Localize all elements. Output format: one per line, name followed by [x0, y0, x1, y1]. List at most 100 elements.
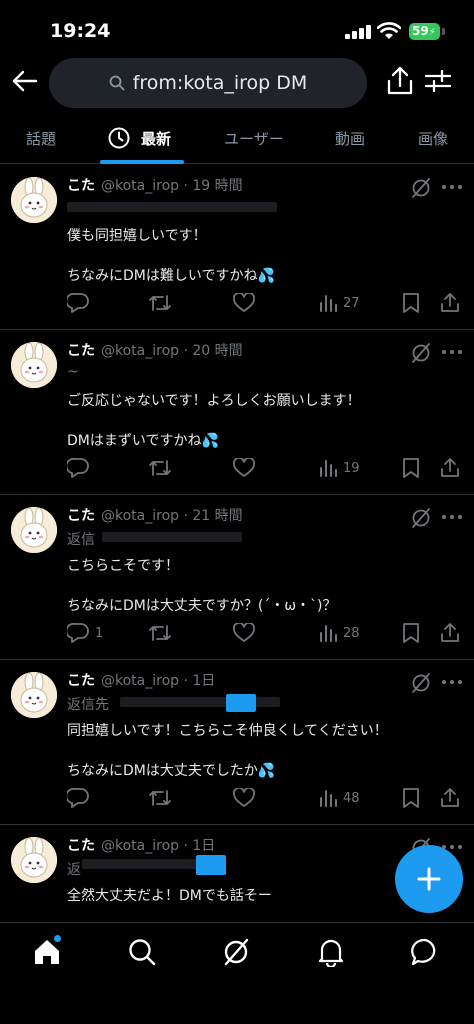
avatar-illustration — [11, 672, 57, 718]
search-input[interactable]: from:kota_irop DM — [49, 58, 367, 108]
search-icon — [129, 939, 156, 966]
tab-images[interactable]: 画像 — [418, 114, 448, 162]
tweet[interactable]: こた @kota_irop · 20 時間 ~ ご反応じゃないです！よろしくお願いしま… — [0, 330, 474, 495]
tweet-actions: 19 — [0, 456, 474, 482]
signal-icon — [345, 25, 371, 39]
bookmark-button[interactable] — [402, 786, 420, 810]
compose-button[interactable] — [395, 845, 463, 913]
views-button[interactable]: 48 — [319, 786, 360, 810]
views-button[interactable]: 27 — [319, 291, 360, 315]
filter-button[interactable] — [424, 68, 454, 98]
reply-icon — [67, 623, 89, 643]
views-button[interactable]: 28 — [319, 621, 360, 645]
more-options-button[interactable] — [442, 185, 462, 191]
author-name[interactable]: こた — [67, 838, 95, 854]
share-button[interactable] — [440, 456, 460, 480]
view-count: 28 — [343, 625, 360, 641]
like-button[interactable] — [233, 456, 255, 480]
grok-icon — [412, 178, 430, 198]
nav-messages[interactable] — [410, 937, 442, 969]
redacted-block — [82, 859, 202, 869]
tweet-header: こた @kota_irop · 19 時間 — [67, 175, 243, 195]
redacted-block — [196, 855, 226, 875]
nav-search[interactable] — [127, 937, 159, 969]
tab-trending[interactable]: 話題 — [26, 114, 56, 162]
author-handle-time: @kota_irop · 1日 — [101, 673, 216, 689]
retweet-button[interactable] — [148, 621, 172, 645]
tweet-text-line: ちなみにDMは大丈夫ですか？(´・ω・`)？ — [67, 598, 337, 614]
views-button[interactable]: 19 — [319, 456, 360, 480]
retweet-icon — [149, 295, 171, 311]
bookmark-button[interactable] — [402, 621, 420, 645]
reply-to-line: 返信 — [67, 532, 95, 548]
share-button[interactable] — [440, 621, 460, 645]
author-handle-time: @kota_irop · 1日 — [101, 838, 216, 854]
back-button[interactable] — [10, 66, 40, 96]
reply-button[interactable] — [67, 786, 95, 810]
grok-icon — [412, 673, 430, 693]
author-handle-time: @kota_irop · 20 時間 — [101, 343, 243, 359]
avatar-illustration — [11, 342, 57, 388]
avatar-illustration — [11, 177, 57, 223]
grok-button[interactable] — [410, 507, 432, 529]
grok-button[interactable] — [410, 177, 432, 199]
more-options-button[interactable] — [442, 515, 462, 521]
like-button[interactable] — [233, 786, 255, 810]
bookmark-icon — [403, 458, 419, 478]
bookmark-button[interactable] — [402, 456, 420, 480]
nav-home[interactable] — [32, 937, 64, 969]
avatar[interactable] — [11, 177, 57, 223]
tab-users[interactable]: ユーザー — [224, 114, 284, 162]
reply-to-line: 返 — [67, 862, 81, 878]
share-button[interactable] — [440, 786, 460, 810]
tweet[interactable]: こた @kota_irop · 21 時間 返信 こちらこそです！ ちなみにDMは大丈夫… — [0, 495, 474, 660]
retweet-icon — [149, 790, 171, 806]
tweet[interactable]: こた @kota_irop · 19 時間 僕も同担嬉しいです！ ちなみにDMは難しい… — [0, 165, 474, 330]
share-icon — [441, 788, 459, 807]
heart-icon — [233, 623, 255, 642]
status-bar: 19:24 59⚡ — [0, 0, 474, 56]
more-options-button[interactable] — [442, 350, 462, 356]
arrow-left-icon — [12, 70, 38, 92]
tab-latest[interactable]: 最新 — [107, 114, 171, 162]
author-name[interactable]: こた — [67, 508, 95, 524]
search-header: from:kota_irop DM — [0, 56, 474, 112]
avatar-illustration — [11, 837, 57, 883]
bookmark-icon — [403, 788, 419, 808]
author-handle-time: @kota_irop · 19 時間 — [101, 178, 243, 194]
reply-button[interactable]: 1 — [67, 621, 103, 645]
author-name[interactable]: こた — [67, 673, 95, 689]
retweet-button[interactable] — [148, 291, 172, 315]
nav-grok[interactable] — [221, 937, 253, 969]
like-button[interactable] — [233, 291, 255, 315]
tweet-text-line: DMはまずいですかね💦 — [67, 433, 219, 449]
grok-button[interactable] — [410, 672, 432, 694]
reply-button[interactable] — [67, 456, 95, 480]
tab-label: 最新 — [141, 129, 172, 148]
tweet-header: こた @kota_irop · 1日 — [67, 835, 215, 855]
bookmark-button[interactable] — [402, 291, 420, 315]
avatar[interactable] — [11, 507, 57, 553]
share-button[interactable] — [386, 66, 416, 98]
retweet-button[interactable] — [148, 786, 172, 810]
tweet[interactable]: こた @kota_irop · 1日 返信先 同担嬉しいです！こちらこそ仲良くしてくだ… — [0, 660, 474, 825]
grok-icon — [224, 938, 249, 966]
grok-icon — [412, 508, 430, 528]
avatar[interactable] — [11, 837, 57, 883]
author-name[interactable]: こた — [67, 178, 95, 194]
reply-button[interactable] — [67, 291, 95, 315]
tab-videos[interactable]: 動画 — [335, 114, 365, 162]
bookmark-icon — [403, 293, 419, 313]
avatar[interactable] — [11, 672, 57, 718]
like-button[interactable] — [233, 621, 255, 645]
share-button[interactable] — [440, 291, 460, 315]
more-options-button[interactable] — [442, 680, 462, 686]
author-name[interactable]: こた — [67, 343, 95, 359]
nav-notifications[interactable] — [316, 937, 348, 969]
avatar[interactable] — [11, 342, 57, 388]
grok-button[interactable] — [410, 342, 432, 364]
retweet-button[interactable] — [148, 456, 172, 480]
tweet-text-line: 僕も同担嬉しいです！ — [67, 228, 207, 244]
tweet-actions: 48 — [0, 786, 474, 812]
reply-icon — [67, 458, 89, 478]
